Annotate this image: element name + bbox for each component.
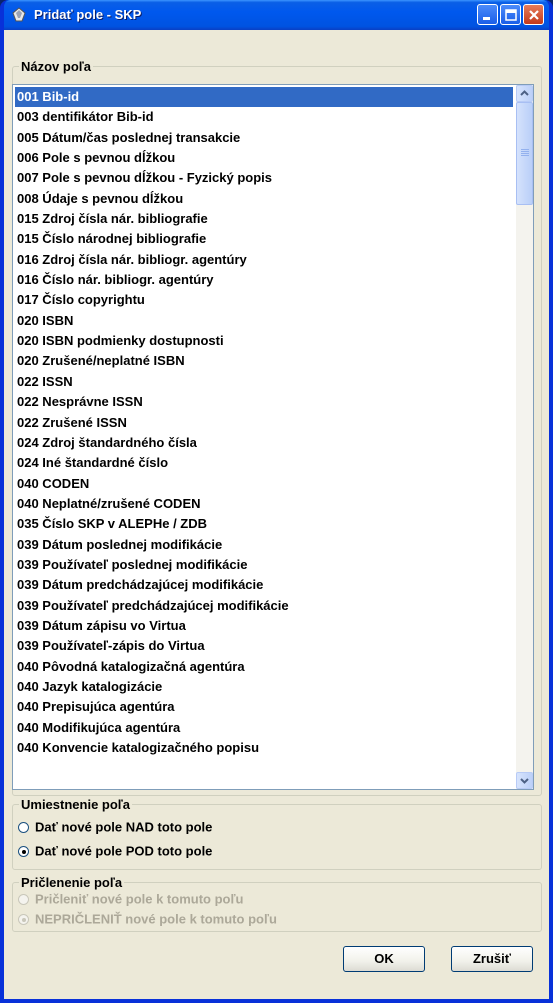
list-item[interactable]: 040 Pôvodná katalogizačná agentúra bbox=[15, 657, 513, 677]
list-item[interactable]: 007 Pole s pevnou dĺžkou - Fyzický popis bbox=[15, 168, 513, 188]
maximize-icon bbox=[505, 9, 517, 21]
list-item[interactable]: 039 Dátum poslednej modifikácie bbox=[15, 535, 513, 555]
scroll-thumb[interactable] bbox=[516, 102, 533, 205]
app-icon bbox=[10, 6, 28, 24]
minimize-icon bbox=[483, 17, 490, 20]
list-item[interactable]: 015 Číslo národnej bibliografie bbox=[15, 229, 513, 249]
placement-group-title: Umiestnenie poľa bbox=[19, 797, 133, 812]
list-item[interactable]: 040 Modifikujúca agentúra bbox=[15, 718, 513, 738]
radio-no-attach-button bbox=[18, 914, 29, 926]
list-item[interactable]: 040 Neplatné/zrušené CODEN bbox=[15, 494, 513, 514]
scroll-down-button[interactable] bbox=[516, 772, 533, 789]
list-item[interactable]: 020 ISBN podmienky dostupnosti bbox=[15, 331, 513, 351]
close-icon bbox=[529, 10, 539, 20]
cancel-button[interactable]: Zrušiť bbox=[451, 946, 533, 972]
list-item[interactable]: 039 Používateľ poslednej modifikácie bbox=[15, 555, 513, 575]
list-item[interactable]: 022 Zrušené ISSN bbox=[15, 413, 513, 433]
list-item[interactable]: 005 Dátum/čas poslednej transakcie bbox=[15, 128, 513, 148]
list-item[interactable]: 016 Zdroj čísla nár. bibliogr. agentúry bbox=[15, 250, 513, 270]
list-item[interactable]: 040 Konvencie katalogizačného popisu bbox=[15, 738, 513, 758]
radio-below-button[interactable] bbox=[18, 846, 29, 858]
radio-above-label: Dať nové pole NAD toto pole bbox=[35, 819, 213, 835]
ok-button[interactable]: OK bbox=[343, 946, 425, 972]
vertical-scrollbar[interactable] bbox=[516, 85, 533, 789]
radio-attach-label: Pričleniť nové pole k tomuto poľu bbox=[35, 891, 244, 907]
radio-below-label: Dať nové pole POD toto pole bbox=[35, 843, 213, 859]
list-item[interactable]: 039 Používateľ predchádzajúcej modifikác… bbox=[15, 596, 513, 616]
list-item[interactable]: 017 Číslo copyrightu bbox=[15, 290, 513, 310]
dialog-client: Názov poľa 001 Bib-id 003 dentifikátor Bi… bbox=[4, 30, 549, 999]
title-bar[interactable]: Pridať pole - SKP bbox=[4, 0, 549, 30]
list-item[interactable]: 006 Pole s pevnou dĺžkou bbox=[15, 148, 513, 168]
field-listbox[interactable]: 001 Bib-id 003 dentifikátor Bib-id 005 Dát… bbox=[12, 84, 534, 790]
list-item[interactable]: 039 Dátum zápisu vo Virtua bbox=[15, 616, 513, 636]
list-item[interactable]: 015 Zdroj čísla nár. bibliografie bbox=[15, 209, 513, 229]
list-item[interactable]: 024 Iné štandardné číslo bbox=[15, 453, 513, 473]
dialog-window: Pridať pole - SKP Názov poľa 001 Bib-id 0… bbox=[0, 0, 553, 1003]
radio-no-attach-label: NEPRIČLENIŤ nové pole k tomuto poľu bbox=[35, 911, 277, 927]
list-item[interactable]: 020 Zrušené/neplatné ISBN bbox=[15, 351, 513, 371]
attach-group-title: Pričlenenie poľa bbox=[19, 875, 125, 890]
list-item[interactable]: 035 Číslo SKP v ALEPHe / ZDB bbox=[15, 514, 513, 534]
scroll-up-button[interactable] bbox=[516, 85, 533, 102]
chevron-up-icon bbox=[520, 90, 529, 96]
radio-above-button[interactable] bbox=[18, 822, 29, 834]
list-item[interactable]: 022 ISSN bbox=[15, 372, 513, 392]
radio-no-attach: NEPRIČLENIŤ nové pole k tomuto poľu bbox=[18, 909, 277, 929]
list-item[interactable]: 040 CODEN bbox=[15, 474, 513, 494]
list-item[interactable]: 008 Údaje s pevnou dĺžkou bbox=[15, 189, 513, 209]
list-item[interactable]: 039 Dátum predchádzajúcej modifikácie bbox=[15, 575, 513, 595]
field-name-group-title: Názov poľa bbox=[19, 59, 94, 74]
radio-above[interactable]: Dať nové pole NAD toto pole bbox=[18, 817, 212, 837]
list-item[interactable]: 024 Zdroj štandardného čísla bbox=[15, 433, 513, 453]
minimize-button[interactable] bbox=[477, 4, 498, 25]
field-list: 001 Bib-id 003 dentifikátor Bib-id 005 Dát… bbox=[15, 87, 513, 758]
list-item[interactable]: 016 Číslo nár. bibliogr. agentúry bbox=[15, 270, 513, 290]
maximize-button[interactable] bbox=[500, 4, 521, 25]
list-item[interactable]: 001 Bib-id bbox=[15, 87, 513, 108]
radio-below[interactable]: Dať nové pole POD toto pole bbox=[18, 841, 212, 861]
list-item[interactable]: 040 Prepisujúca agentúra bbox=[15, 697, 513, 717]
radio-attach-button bbox=[18, 894, 29, 906]
close-button[interactable] bbox=[523, 4, 544, 25]
list-item[interactable]: 003 dentifikátor Bib-id bbox=[15, 107, 513, 127]
list-item[interactable]: 040 Jazyk katalogizácie bbox=[15, 677, 513, 697]
list-item[interactable]: 022 Nesprávne ISSN bbox=[15, 392, 513, 412]
list-item[interactable]: 039 Používateľ-zápis do Virtua bbox=[15, 636, 513, 656]
window-title: Pridať pole - SKP bbox=[34, 7, 142, 22]
radio-attach: Pričleniť nové pole k tomuto poľu bbox=[18, 889, 243, 909]
list-item[interactable]: 020 ISBN bbox=[15, 311, 513, 331]
chevron-down-icon bbox=[520, 778, 529, 784]
